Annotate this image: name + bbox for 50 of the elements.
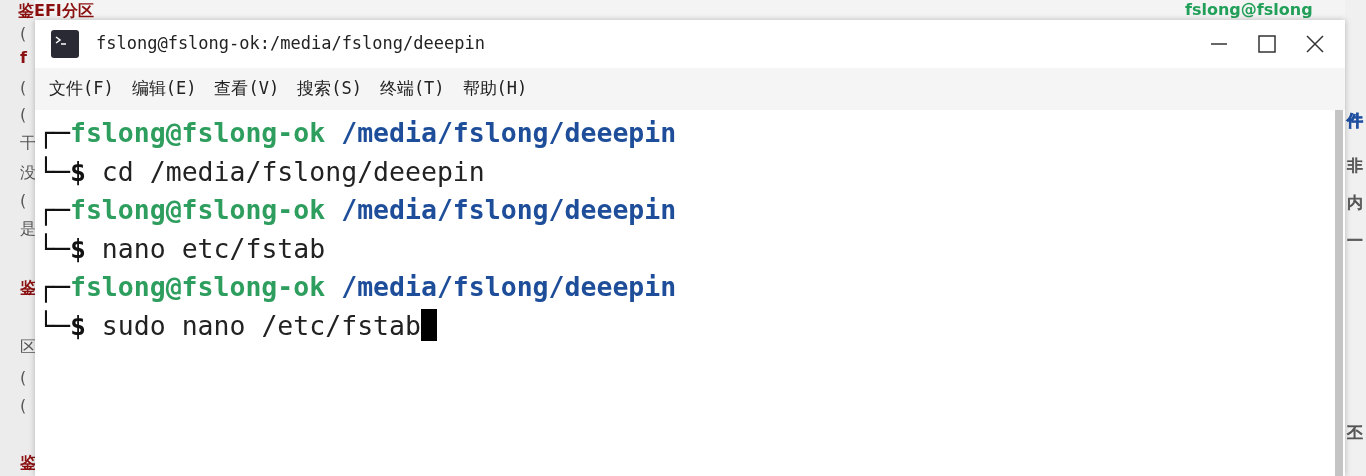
prompt-corner: ┌─ <box>38 117 70 148</box>
menu-item[interactable]: 帮助(H) <box>456 76 534 102</box>
prompt-path: /media/fslong/deeepin <box>341 194 677 225</box>
prompt-path: /media/fslong/deeepin <box>341 117 677 148</box>
background-text: fslong@fslong <box>1185 1 1313 19</box>
prompt-user-host: fslong@fslong-ok <box>69 194 326 225</box>
background-text: 件 <box>1347 112 1363 130</box>
prompt-user-host: fslong@fslong-ok <box>69 117 326 148</box>
background-text: ( <box>20 79 27 97</box>
background-text: 干 <box>20 134 36 152</box>
menu-item[interactable]: 终端(T) <box>373 76 451 102</box>
minimize-icon <box>1210 43 1228 45</box>
prompt-corner: ┌─ <box>38 194 70 225</box>
background-text: ( <box>20 397 27 415</box>
prompt-corner: ┌─ <box>38 271 70 302</box>
background-text: ( <box>20 192 27 210</box>
prompt-symbol: $ <box>69 309 86 341</box>
background-text: 区 <box>20 338 36 356</box>
close-icon <box>1306 35 1324 53</box>
terminal-icon <box>50 29 80 59</box>
maximize-icon <box>1258 35 1276 53</box>
prompt-corner: └─ <box>38 155 70 187</box>
prompt-symbol: $ <box>69 232 86 264</box>
background-text: 非 <box>1347 157 1363 175</box>
command-text: cd /media/fslong/deeepin <box>101 155 485 187</box>
background-text: 是 <box>20 220 36 238</box>
background-text: f <box>20 49 27 67</box>
menu-item[interactable]: 查看(V) <box>208 76 286 102</box>
command-text: sudo nano /etc/fstab <box>101 309 421 341</box>
prompt-user-host: fslong@fslong-ok <box>69 271 326 302</box>
background-text: ( <box>20 106 27 124</box>
window-title: fslong@fslong-ok:/media/fslong/deeepin <box>96 32 485 56</box>
menu-item[interactable]: 搜索(S) <box>291 76 368 102</box>
command-text: nano etc/fstab <box>101 232 326 264</box>
background-text: 没 <box>20 164 36 182</box>
background-text: ( <box>20 369 27 387</box>
scrollbar[interactable] <box>1335 110 1343 476</box>
prompt-path: /media/fslong/deeepin <box>341 271 677 302</box>
background-text: 鉴 <box>20 454 36 472</box>
prompt-symbol: $ <box>69 155 86 187</box>
background-text: ( <box>20 25 27 43</box>
background-text: 鉴EFI分区 <box>18 2 94 20</box>
background-text: 一 <box>1347 232 1363 250</box>
background-text: 内 <box>1347 194 1363 212</box>
background-text: 丕 <box>1347 424 1363 442</box>
background-text: 鉴 <box>20 279 36 297</box>
menu-item[interactable]: 编辑(E) <box>125 76 203 102</box>
prompt-corner: └─ <box>38 309 70 341</box>
menu-item[interactable]: 文件(F) <box>43 76 120 102</box>
prompt-corner: └─ <box>38 232 70 264</box>
